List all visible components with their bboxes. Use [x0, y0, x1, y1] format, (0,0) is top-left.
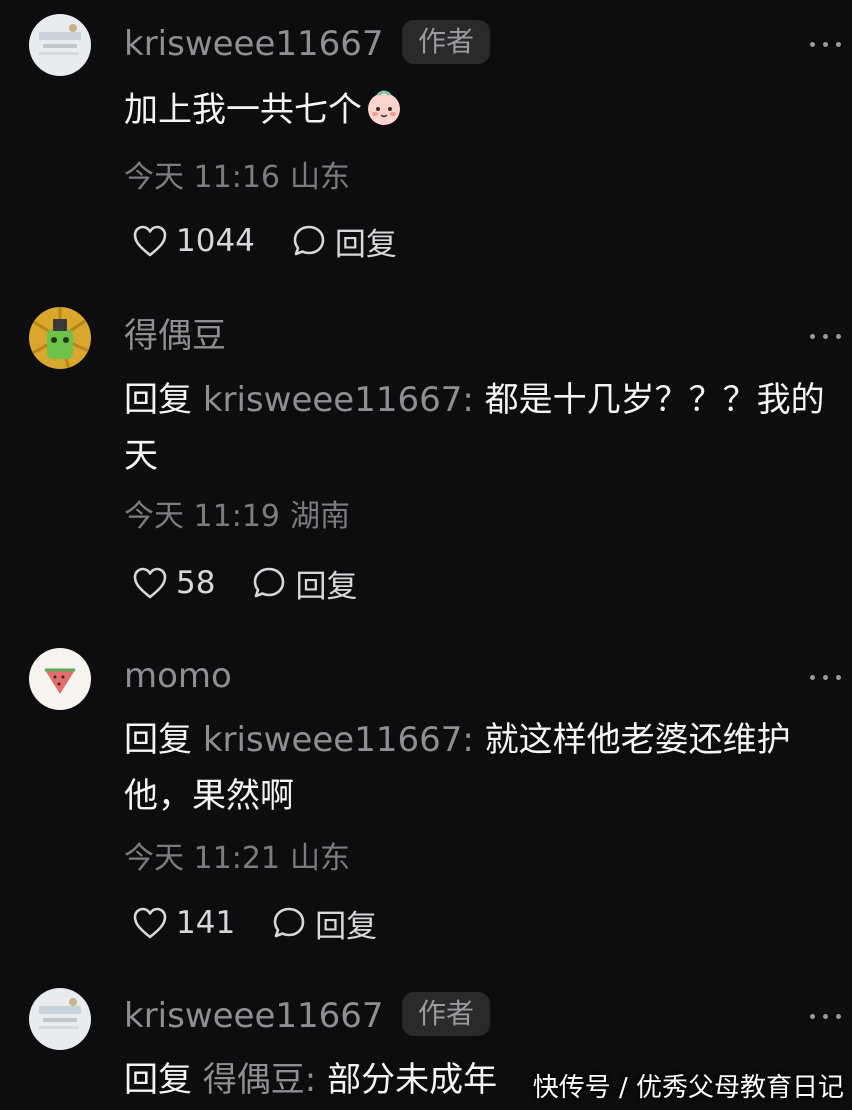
- avatar[interactable]: [29, 307, 91, 369]
- heart-icon: [133, 225, 167, 257]
- face-emoji-icon: [368, 90, 400, 125]
- username[interactable]: momo: [124, 656, 232, 696]
- comment-meta: 今天 11:16 山东: [124, 160, 360, 196]
- username[interactable]: krisweee11667: [124, 996, 384, 1036]
- heart-icon: [133, 907, 167, 939]
- comment-time: 今天 11:21: [124, 841, 280, 876]
- comment-text: 回复 krisweee11667: 都是十几岁？？？我的天: [124, 372, 844, 484]
- heart-icon: [133, 567, 167, 599]
- reply-target-user[interactable]: krisweee11667:: [203, 720, 474, 760]
- comment-location: 山东: [290, 160, 350, 195]
- more-options-icon[interactable]: [808, 39, 844, 49]
- comment-actions: 58 回复: [132, 561, 393, 606]
- reply-label: 回复: [295, 568, 358, 605]
- avatar[interactable]: [29, 988, 91, 1050]
- like-button[interactable]: 141: [132, 905, 235, 941]
- avatar-image: [29, 648, 91, 710]
- like-button[interactable]: 58: [132, 565, 215, 601]
- reply-label: 回复: [315, 908, 378, 945]
- comment-text-content: 加上我一共七个: [124, 90, 362, 130]
- username[interactable]: krisweee11667: [124, 24, 384, 64]
- watermark: 快传号 / 优秀父母教育日记: [532, 1073, 844, 1103]
- comment-location: 山东: [290, 841, 350, 876]
- comment-text: 回复 krisweee11667: 就这样他老婆还维护他，果然啊: [124, 712, 844, 824]
- more-options-icon[interactable]: [808, 331, 844, 341]
- more-options-icon[interactable]: [808, 672, 844, 682]
- comment-location: 湖南: [290, 499, 350, 534]
- avatar[interactable]: [29, 648, 91, 710]
- comment-bubble-icon: [293, 225, 325, 256]
- comment-time: 今天 11:16: [124, 160, 280, 195]
- reply-button[interactable]: 回复: [271, 901, 377, 946]
- reply-button[interactable]: 回复: [251, 561, 357, 606]
- comment-meta: 今天 11:21 山东: [124, 841, 360, 877]
- comment-text-content: 部分未成年: [316, 1060, 498, 1100]
- comment-bubble-icon: [273, 907, 305, 938]
- comment-actions: 141 回复: [132, 901, 413, 946]
- like-button[interactable]: 1044: [132, 223, 255, 259]
- like-count: 1044: [176, 223, 255, 259]
- avatar-image: [29, 307, 91, 369]
- more-options-icon[interactable]: [808, 1011, 844, 1021]
- like-count: 141: [176, 905, 236, 941]
- reply-target-user[interactable]: 得偶豆:: [203, 1060, 316, 1100]
- username[interactable]: 得偶豆: [124, 316, 226, 356]
- reply-label: 回复: [334, 226, 397, 263]
- avatar-image: [29, 14, 91, 76]
- avatar-image: [29, 988, 91, 1050]
- comment-text: 加上我一共七个: [124, 82, 844, 138]
- comment-bubble-icon: [254, 567, 285, 598]
- avatar[interactable]: [29, 14, 91, 76]
- comment-meta: 今天 11:19 湖南: [124, 499, 360, 535]
- comment-time: 今天 11:19: [124, 499, 280, 534]
- reply-prefix: 回复: [124, 380, 192, 420]
- reply-prefix: 回复: [124, 1060, 192, 1100]
- author-badge: 作者: [402, 20, 491, 64]
- reply-button[interactable]: 回复: [291, 219, 397, 264]
- like-count: 58: [176, 565, 216, 601]
- reply-prefix: 回复: [124, 720, 192, 760]
- reply-target-user[interactable]: krisweee11667:: [203, 380, 474, 420]
- author-badge: 作者: [402, 992, 491, 1036]
- comment-actions: 1044 回复: [132, 219, 433, 264]
